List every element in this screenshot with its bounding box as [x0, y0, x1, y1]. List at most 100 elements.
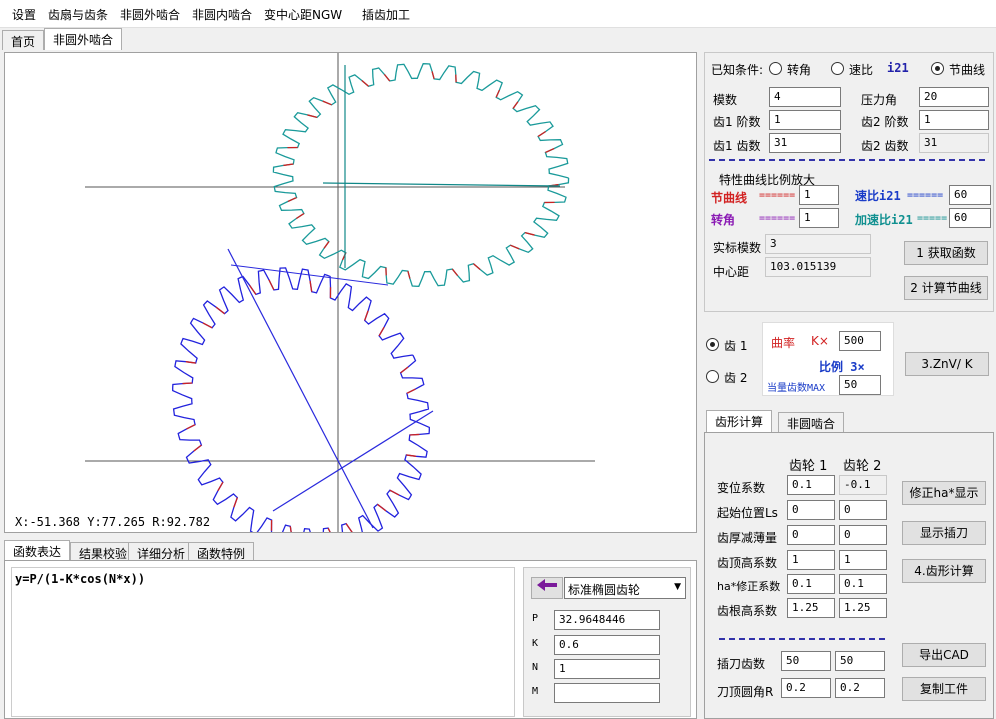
- shift-coeff-1-input[interactable]: 0.1: [787, 475, 835, 495]
- document-tabs: 首页 非圆外啮合: [0, 28, 996, 50]
- ha-correction-1-input[interactable]: 0.1: [787, 574, 835, 594]
- ha-display-button[interactable]: 修正ha*显示: [902, 481, 986, 505]
- ha-correction-2-input[interactable]: 0.1: [839, 574, 887, 594]
- param-n-input[interactable]: 1: [554, 659, 660, 679]
- accel-scale-label: 加速比i21: [855, 213, 913, 227]
- pitch-scale-input[interactable]: 1: [799, 185, 839, 205]
- get-function-button[interactable]: 1 获取函数: [904, 241, 988, 265]
- preset-select[interactable]: 标准椭圆齿轮 ▼: [564, 577, 686, 599]
- ratio-tag: i21: [887, 61, 909, 75]
- tooth-calc-button[interactable]: 4.齿形计算: [902, 559, 986, 583]
- module-input[interactable]: 4: [769, 87, 841, 107]
- radio-gear-2[interactable]: [706, 370, 719, 383]
- tooth-flank: [283, 163, 294, 167]
- tooth-calc-panel: 齿轮 1 齿轮 2 变位系数 0.1 -0.1 起始位置Ls 0 0 齿厚减薄量…: [704, 432, 994, 719]
- tab-tooth-calc[interactable]: 齿形计算: [706, 410, 773, 432]
- tooth-flank: [268, 279, 275, 291]
- tooth-flank: [185, 361, 196, 364]
- option-angle-label: 转角: [787, 63, 812, 77]
- function-editor[interactable]: y=P/(1-K*cos(N*x)): [11, 567, 515, 717]
- back-button[interactable]: [531, 577, 563, 599]
- pressure-input[interactable]: 20: [919, 87, 989, 107]
- menu-settings[interactable]: 设置: [12, 6, 36, 23]
- dedendum-coeff-1-input[interactable]: 1.25: [787, 598, 835, 618]
- angle-scale-eq: ======: [759, 213, 796, 224]
- gear1-order-input[interactable]: 1: [769, 110, 841, 130]
- dedendum-coeff-2-input[interactable]: 1.25: [839, 598, 887, 618]
- actual-module-label: 实标模数: [713, 241, 762, 255]
- radio-gear-1[interactable]: [706, 338, 719, 351]
- ratio-scale-input[interactable]: 60: [949, 185, 991, 205]
- gear2-teeth-label: 齿2 齿数: [861, 139, 909, 153]
- radio-pitch-curve[interactable]: [931, 62, 944, 75]
- tooth-flank: [545, 147, 555, 154]
- function-params-box: 标准椭圆齿轮 ▼ P 32.9648446 K 0.6 N 1 M: [523, 567, 691, 717]
- start-position-1-input[interactable]: 0: [787, 500, 835, 520]
- param-m-input[interactable]: [554, 683, 660, 703]
- shift-coeff-label: 变位系数: [717, 481, 766, 495]
- curvature-k-input[interactable]: 500: [839, 331, 881, 351]
- cutter-radius-2-input[interactable]: 0.2: [835, 678, 885, 698]
- center-distance-value: 103.015139: [765, 257, 871, 277]
- tab-function-expression[interactable]: 函数表达: [4, 540, 71, 562]
- export-cad-button[interactable]: 导出CAD: [902, 643, 986, 667]
- module-label: 模数: [713, 93, 738, 107]
- arrow-left-icon: [537, 579, 557, 591]
- col-gear-1: 齿轮 1: [789, 459, 828, 474]
- menu-external-mesh[interactable]: 非圆外啮合: [120, 6, 180, 23]
- tab-non-circular[interactable]: 非圆啮合: [778, 412, 845, 432]
- addendum-coeff-2-input[interactable]: 1: [839, 550, 887, 570]
- thinning-1-input[interactable]: 0: [787, 525, 835, 545]
- accel-scale-input[interactable]: 60: [949, 208, 991, 228]
- calc-pitch-curve-button[interactable]: 2 计算节曲线: [904, 276, 988, 300]
- tooth-flank: [451, 268, 459, 277]
- angle-scale-label: 转角: [711, 213, 736, 227]
- copy-workpiece-button[interactable]: 复制工件: [902, 677, 986, 701]
- tooth-flank: [400, 366, 409, 374]
- tab-detail-analysis[interactable]: 详细分析: [128, 542, 195, 562]
- radio-angle[interactable]: [769, 62, 782, 75]
- tooth-flank: [473, 263, 481, 270]
- gear-2-profile: [272, 63, 570, 287]
- radio-ratio[interactable]: [831, 62, 844, 75]
- param-p-input[interactable]: 32.9648446: [554, 610, 660, 630]
- gear2-order-input[interactable]: 1: [919, 110, 989, 130]
- gear1-teeth-input[interactable]: 31: [769, 133, 841, 153]
- start-position-label: 起始位置Ls: [717, 506, 778, 520]
- start-position-2-input[interactable]: 0: [839, 500, 887, 520]
- param-k-input[interactable]: 0.6: [554, 635, 660, 655]
- tab-external-mesh[interactable]: 非圆外啮合: [44, 28, 123, 50]
- tab-function-special[interactable]: 函数特例: [188, 542, 255, 562]
- menu-internal-mesh[interactable]: 非圆内啮合: [192, 6, 252, 23]
- cutter-radius-1-input[interactable]: 0.2: [781, 678, 831, 698]
- function-panel: y=P/(1-K*cos(N*x)) 标准椭圆齿轮 ▼ P 32.9648446…: [4, 560, 697, 719]
- thinning-2-input[interactable]: 0: [839, 525, 887, 545]
- menu-ngw[interactable]: 变中心距NGW: [264, 6, 342, 23]
- addendum-coeff-1-input[interactable]: 1: [787, 550, 835, 570]
- chevron-down-icon: ▼: [674, 582, 681, 592]
- tooth-flank: [193, 444, 202, 452]
- tooth-flank: [327, 527, 331, 532]
- function-expression[interactable]: y=P/(1-K*cos(N*x)): [15, 572, 145, 586]
- function-tabs: 函数表达 结果校验 详细分析 函数特例: [4, 540, 697, 562]
- tooth-flank: [295, 212, 305, 220]
- tooth-flank: [512, 101, 519, 109]
- tooth-flank: [407, 270, 411, 279]
- tooth-flank: [233, 497, 238, 508]
- tooth-flank: [377, 503, 387, 512]
- cutter-teeth-1-input[interactable]: 50: [781, 651, 831, 671]
- show-cutter-button[interactable]: 显示插刀: [902, 521, 986, 545]
- tab-result-check[interactable]: 结果校验: [70, 542, 137, 562]
- tooth-flank: [323, 241, 330, 249]
- gear-drawing: [85, 53, 595, 532]
- scale-ratio-label: 比例 3×: [819, 360, 865, 374]
- angle-scale-input[interactable]: 1: [799, 208, 839, 228]
- menu-sector-rack[interactable]: 齿扇与齿条: [48, 6, 108, 23]
- znv-k-button[interactable]: 3.ZnV/ K: [905, 352, 989, 376]
- tab-home[interactable]: 首页: [2, 30, 45, 50]
- max-teeth-input[interactable]: 50: [839, 375, 881, 395]
- cutter-teeth-2-input[interactable]: 50: [835, 651, 885, 671]
- gear-outline: [272, 63, 570, 287]
- gear-canvas[interactable]: X:-51.368 Y:77.265 R:92.782: [4, 52, 697, 533]
- menu-shaping[interactable]: 插齿加工: [362, 6, 410, 23]
